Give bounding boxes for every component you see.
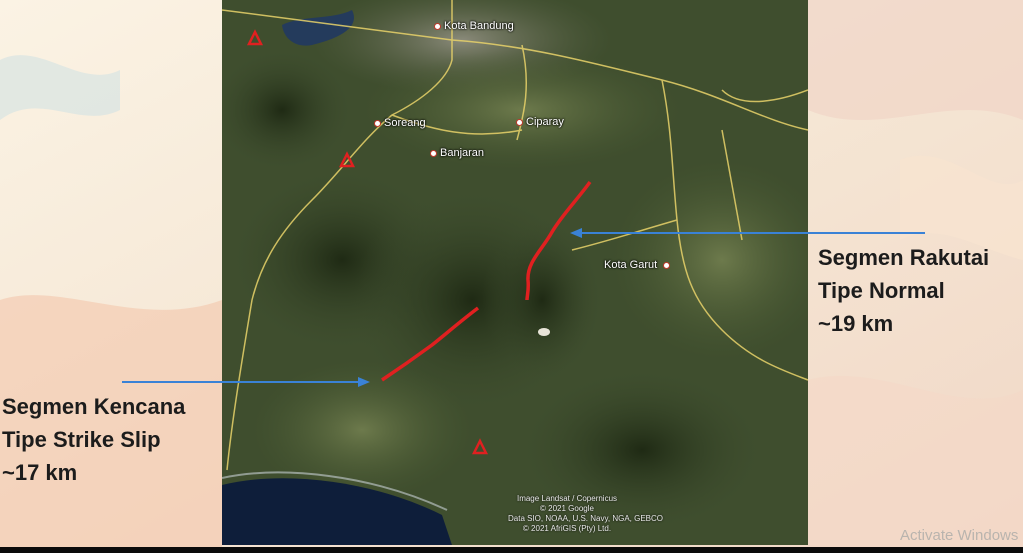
callout-segmen-kencana: Segmen Kencana Tipe Strike Slip ~17 km — [2, 390, 185, 489]
callout-length: ~19 km — [818, 311, 894, 336]
place-label-ciparay: Ciparay — [516, 116, 564, 128]
place-label-soreang: Soreang — [374, 117, 426, 129]
callout-length: ~17 km — [2, 460, 78, 485]
place-label-kota-garut: Kota Garut — [604, 259, 671, 271]
callout-segmen-rakutai: Segmen Rakutai Tipe Normal ~19 km — [818, 241, 989, 340]
map-attribution: Image Landsat / Copernicus © 2021 Google… — [508, 494, 663, 533]
activate-windows-watermark: Activate Windows — [900, 527, 1019, 544]
bottom-border — [0, 547, 1023, 553]
callout-title: Segmen Kencana — [2, 394, 186, 419]
callout-type: Tipe Strike Slip — [2, 427, 161, 452]
callout-title: Segmen Rakutai — [818, 245, 990, 270]
callout-type: Tipe Normal — [818, 278, 945, 303]
place-label-banjaran: Banjaran — [430, 147, 484, 159]
satellite-map[interactable]: Kota Bandung Soreang Ciparay Banjaran Ko… — [222, 0, 808, 545]
place-label-kota-bandung: Kota Bandung — [434, 20, 514, 32]
